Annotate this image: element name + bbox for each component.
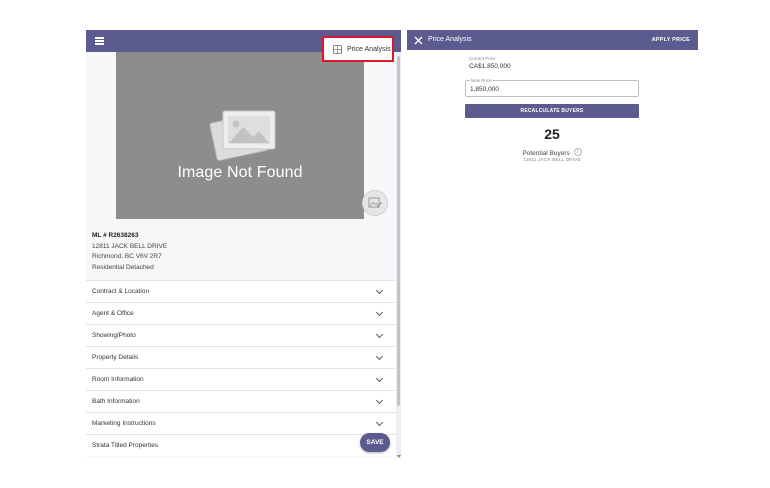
section-label: Showing/Photo	[92, 332, 136, 339]
chevron-down-icon	[375, 374, 384, 383]
section-list: Contract & Location Agent & Office Showi…	[86, 280, 396, 456]
listing-summary: ML # R2638263 12811 JACK BELL DRIVE Rich…	[92, 231, 167, 273]
panel-title: Price Analysis	[428, 36, 472, 43]
chevron-down-icon	[375, 352, 384, 361]
price-analysis-button[interactable]: Price Analysis	[322, 36, 394, 62]
section-contract-location[interactable]: Contract & Location	[86, 280, 396, 302]
section-label: Room Information	[92, 376, 144, 383]
chevron-down-icon	[375, 418, 384, 427]
property-type: Residential Detached	[92, 263, 154, 271]
section-label: Agent & Office	[92, 310, 134, 317]
section-label: Strata Titled Properties	[92, 442, 159, 449]
ml-number: ML # R2638263	[92, 232, 139, 239]
section-agent-office[interactable]: Agent & Office	[86, 302, 396, 324]
edit-image-icon	[368, 197, 382, 208]
save-button[interactable]: SAVE	[360, 433, 390, 452]
info-icon[interactable]: i	[573, 148, 582, 156]
city-line: Richmond, BC V6V 2R7	[92, 253, 162, 260]
chevron-down-icon	[375, 286, 384, 295]
section-showing-photo[interactable]: Showing/Photo	[86, 324, 396, 346]
recalculate-buyers-button[interactable]: RECALCULATE BUYERS	[465, 104, 639, 118]
price-analysis-panel: Price Analysis APPLY PRICE Current Price…	[407, 30, 698, 458]
section-strata-titled-properties[interactable]: Strata Titled Properties	[86, 434, 396, 456]
current-price-value: CA$1,850,000	[469, 63, 511, 70]
price-analysis-label: Price Analysis	[347, 45, 391, 53]
image-not-found-text: Image Not Found	[177, 164, 303, 181]
scrollbar-thumb[interactable]	[397, 56, 400, 406]
section-label: Contract & Location	[92, 288, 150, 295]
chevron-down-icon	[375, 308, 384, 317]
close-icon[interactable]	[414, 36, 423, 45]
scroll-down-arrow-icon[interactable]	[397, 455, 401, 458]
apply-price-button[interactable]: APPLY PRICE	[652, 37, 690, 43]
potential-buyers-row: Potential Buyers i	[465, 148, 639, 157]
section-marketing-instructions[interactable]: Marketing Instructions	[86, 412, 396, 434]
potential-buyers-label: Potential Buyers	[522, 150, 570, 157]
new-price-value[interactable]: 1,850,000	[470, 86, 499, 93]
image-placeholder-icon	[209, 110, 276, 161]
address-line: 12811 JACK BELL DRIVE	[92, 242, 168, 250]
potential-buyer-count: 25	[544, 126, 560, 142]
section-label: Bath Information	[92, 398, 140, 405]
section-room-information[interactable]: Room Information	[86, 368, 396, 390]
edit-photo-button[interactable]	[362, 190, 388, 216]
section-label: Marketing Instructions	[92, 420, 156, 427]
section-property-details[interactable]: Property Details	[86, 346, 396, 368]
listing-photo: Image Not Found	[116, 52, 364, 219]
current-price-label: Current Price	[469, 56, 496, 61]
section-label: Property Details	[92, 354, 139, 361]
section-bath-information[interactable]: Bath Information	[86, 390, 396, 412]
chevron-down-icon	[375, 330, 384, 339]
listing-panel: Image Not Found ML # R2638263 12811 JACK…	[86, 30, 401, 458]
price-analysis-header: Price Analysis APPLY PRICE	[407, 30, 698, 50]
new-price-label: New Price	[470, 78, 493, 83]
hamburger-menu-icon[interactable]	[95, 37, 104, 45]
chevron-down-icon	[375, 396, 384, 405]
new-price-input[interactable]: New Price 1,850,000	[465, 78, 639, 97]
calculator-icon	[333, 44, 342, 54]
analysis-address: 12811 JACK BELL DRIVE	[523, 158, 581, 163]
